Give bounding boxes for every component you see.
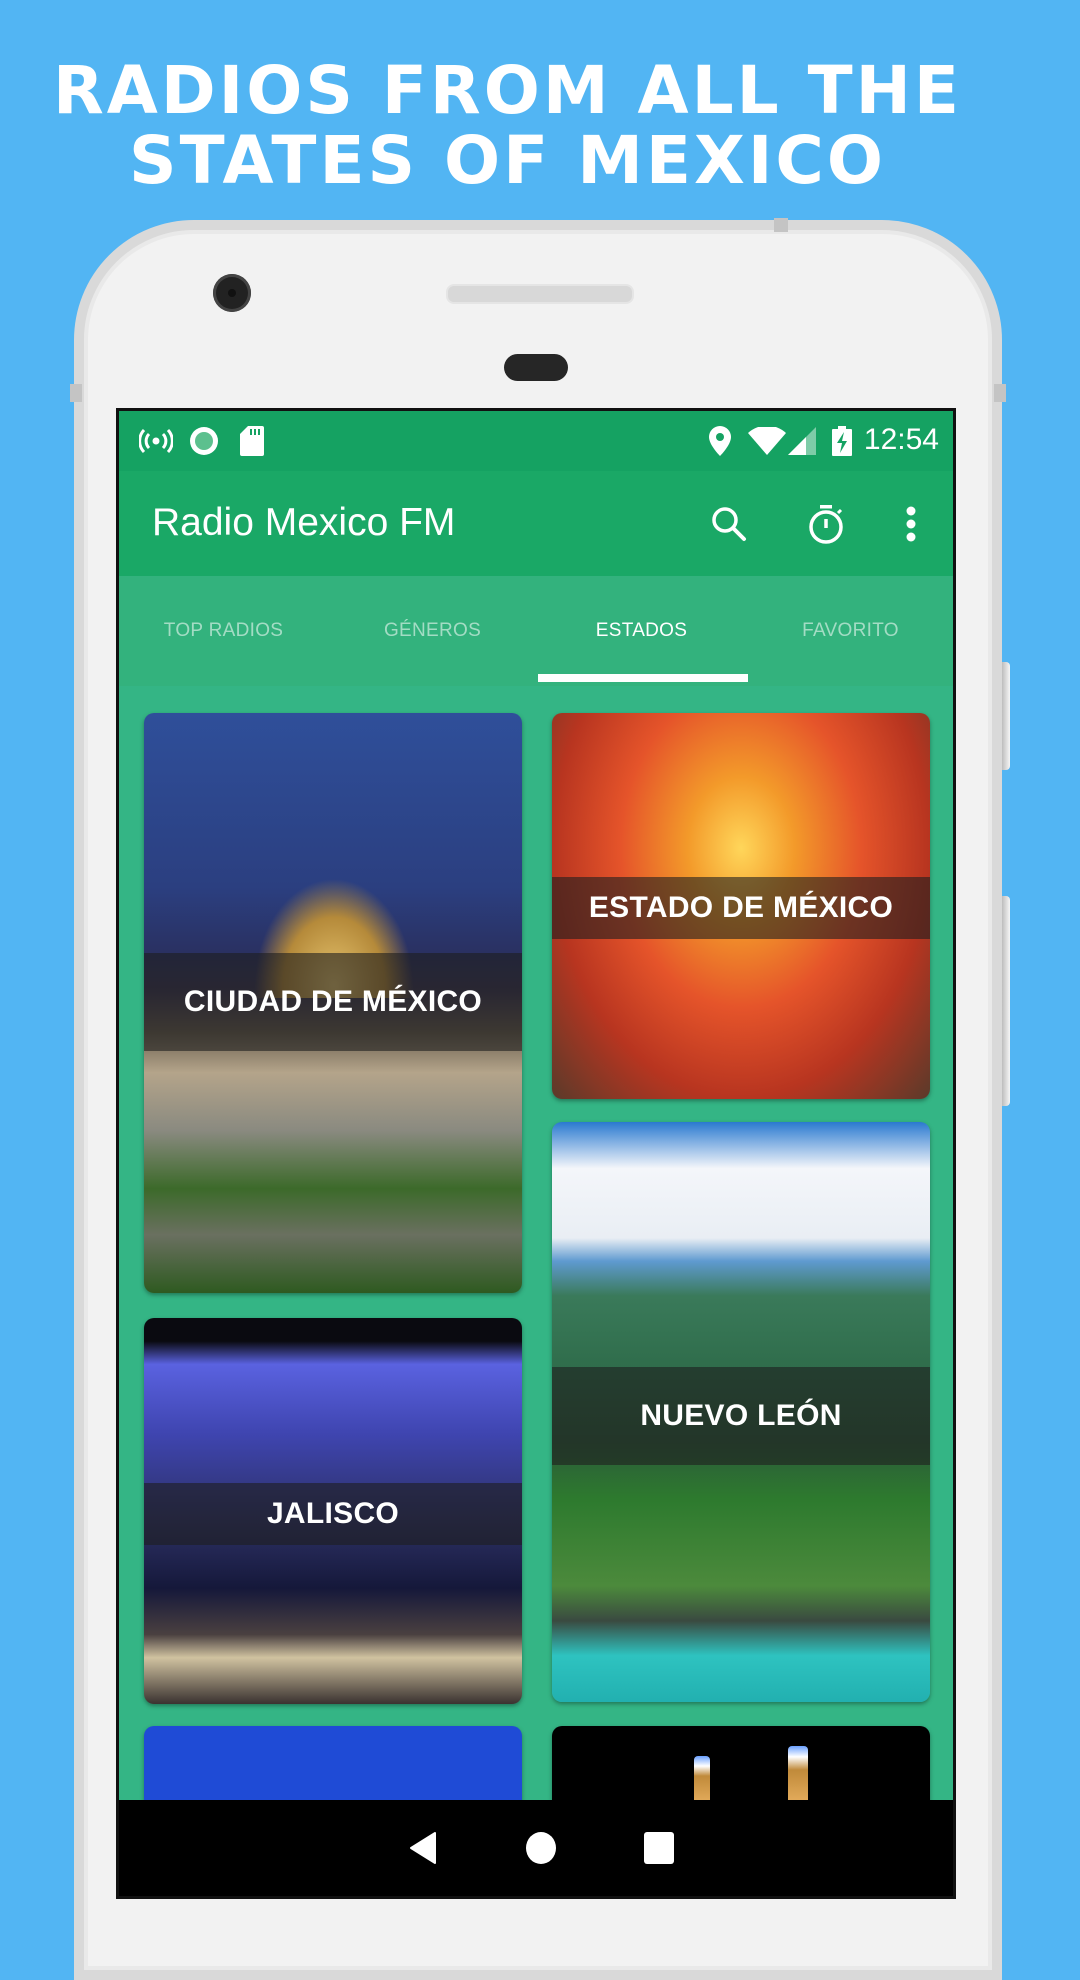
phone-antenna-line bbox=[994, 384, 1006, 402]
tab-estados[interactable]: ESTADOS bbox=[537, 576, 746, 686]
status-bar: 12:54 bbox=[119, 411, 953, 471]
home-button[interactable] bbox=[519, 1828, 563, 1868]
card-label: NUEVO LEÓN bbox=[552, 1367, 930, 1465]
power-button bbox=[1002, 662, 1010, 770]
broadcast-icon bbox=[139, 426, 173, 456]
phone-antenna-line bbox=[774, 218, 788, 232]
volume-button bbox=[1002, 896, 1010, 1106]
active-tab-indicator bbox=[538, 674, 748, 682]
tab-generos[interactable]: GÉNEROS bbox=[328, 576, 537, 686]
state-card-ciudad-de-mexico[interactable]: CIUDAD DE MÉXICO bbox=[144, 713, 522, 1293]
wifi-icon bbox=[747, 426, 787, 456]
earpiece-speaker bbox=[446, 284, 634, 304]
card-label: CIUDAD DE MÉXICO bbox=[144, 953, 522, 1051]
sd-card-icon bbox=[239, 426, 265, 456]
back-icon bbox=[410, 1832, 436, 1864]
recents-button[interactable] bbox=[637, 1828, 681, 1868]
timer-icon bbox=[809, 505, 843, 544]
recents-icon bbox=[644, 1832, 674, 1864]
state-card-jalisco[interactable]: JALISCO bbox=[144, 1318, 522, 1704]
card-label: JALISCO bbox=[144, 1483, 522, 1545]
home-icon bbox=[526, 1832, 556, 1864]
more-options-button[interactable] bbox=[886, 499, 936, 549]
promo-headline: RADIOS FROM ALL THE STATES OF MEXICO bbox=[0, 56, 1015, 196]
state-card-estado-de-mexico[interactable]: ESTADO DE MÉXICO bbox=[552, 713, 930, 1099]
proximity-sensor bbox=[504, 354, 568, 381]
location-icon bbox=[708, 426, 732, 456]
sleep-timer-button[interactable] bbox=[801, 499, 851, 549]
headline-line-2: STATES OF MEXICO bbox=[129, 122, 886, 199]
back-button[interactable] bbox=[401, 1828, 445, 1868]
battery-charging-icon bbox=[831, 426, 853, 456]
tab-top-radios[interactable]: TOP RADIOS bbox=[119, 576, 328, 686]
tab-favorito[interactable]: FAVORITO bbox=[746, 576, 953, 686]
search-icon bbox=[712, 507, 746, 541]
status-time: 12:54 bbox=[863, 423, 939, 456]
states-grid: CIUDAD DE MÉXICO ESTADO DE MÉXICO JALISC… bbox=[119, 686, 953, 1896]
state-card-nuevo-leon[interactable]: NUEVO LEÓN bbox=[552, 1122, 930, 1702]
app-title: Radio Mexico FM bbox=[152, 501, 456, 544]
phone-screen: 12:54 Radio Mexico FM TOP RADIOS GÉNEROS… bbox=[116, 408, 956, 1899]
more-vert-icon bbox=[906, 506, 916, 542]
phone-antenna-line bbox=[70, 384, 82, 402]
cell-signal-icon bbox=[787, 426, 817, 456]
front-camera bbox=[213, 274, 251, 312]
tab-bar: TOP RADIOS GÉNEROS ESTADOS FAVORITO bbox=[119, 576, 953, 686]
headline-line-1: RADIOS FROM ALL THE bbox=[52, 52, 963, 129]
card-image-church-towers bbox=[694, 1756, 710, 1806]
card-image-church-towers bbox=[788, 1746, 808, 1806]
app-bar: Radio Mexico FM bbox=[119, 471, 953, 576]
search-button[interactable] bbox=[704, 499, 754, 549]
record-icon bbox=[189, 426, 219, 456]
card-label: ESTADO DE MÉXICO bbox=[552, 877, 930, 939]
system-nav-bar bbox=[119, 1800, 953, 1896]
